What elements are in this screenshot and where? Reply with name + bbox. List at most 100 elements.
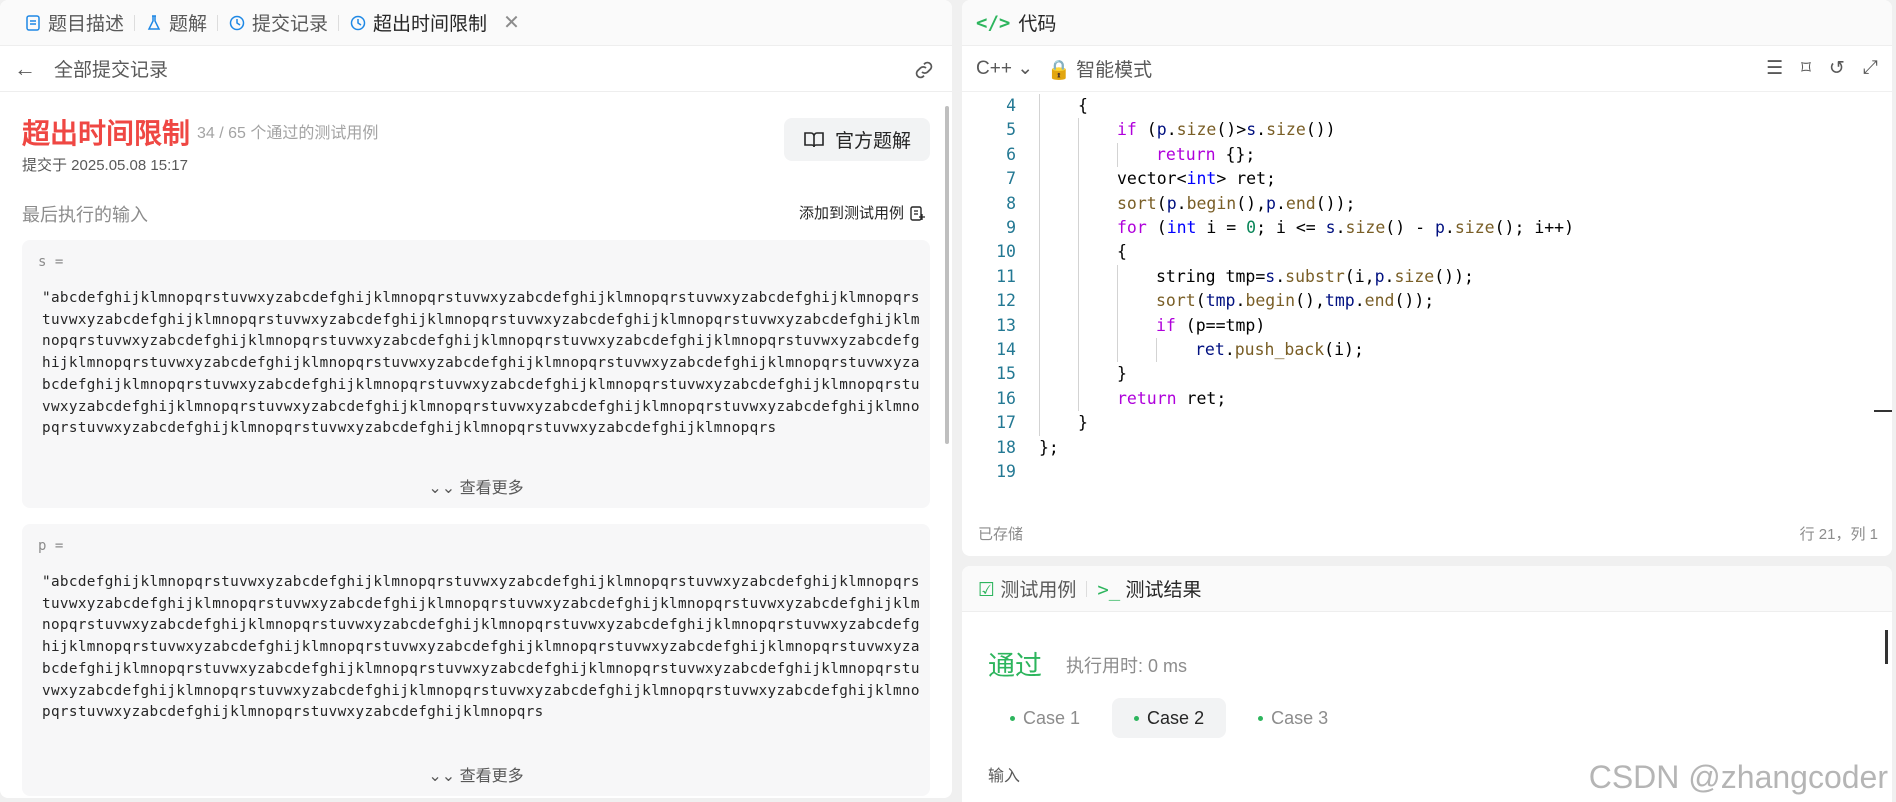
tab-description[interactable]: 题目描述 bbox=[14, 0, 134, 46]
mode-select[interactable]: 🔒 智能模式 bbox=[1047, 55, 1152, 82]
code-line[interactable]: 9 for (int i = 0; i <= s.size() - p.size(… bbox=[962, 216, 1892, 241]
line-number: 19 bbox=[996, 462, 1016, 481]
back-arrow-icon[interactable]: ← bbox=[14, 56, 36, 82]
doc-icon bbox=[26, 14, 40, 31]
link-icon[interactable] bbox=[912, 58, 936, 82]
submission-panel: 题目描述 题解 提交记录 超出时间限制 ✕ ← 全部提交记录 超出时间限制 34… bbox=[0, 0, 952, 798]
code-line[interactable]: 15} bbox=[962, 362, 1892, 387]
terminal-icon: >_ bbox=[1097, 579, 1121, 601]
line-number: 17 bbox=[996, 413, 1016, 433]
tab-tle-result[interactable]: 超出时间限制 ✕ bbox=[339, 0, 530, 46]
indent-guide bbox=[1117, 289, 1118, 314]
chevron-down-icon: ⌄⌄ bbox=[428, 480, 460, 497]
close-icon[interactable]: ✕ bbox=[503, 10, 520, 35]
pass-dot-icon bbox=[1258, 715, 1264, 721]
expand-icon[interactable]: ⤢ bbox=[1863, 57, 1878, 80]
tab-solutions[interactable]: 题解 bbox=[135, 0, 217, 46]
code-line[interactable]: 4{ bbox=[962, 94, 1892, 119]
submission-subheader: ← 全部提交记录 bbox=[0, 46, 952, 92]
tab-label: 提交记录 bbox=[252, 14, 329, 35]
code-line[interactable]: 13 if (p==tmp) bbox=[962, 313, 1892, 338]
official-solution-button[interactable]: 官方题解 bbox=[784, 118, 930, 161]
indent-guide bbox=[1039, 240, 1040, 265]
mode-label: 智能模式 bbox=[1076, 60, 1153, 81]
case-tab[interactable]: Case 1 bbox=[988, 698, 1102, 738]
tab-submissions[interactable]: 提交记录 bbox=[218, 0, 338, 46]
add-to-tests-button[interactable]: 添加到测试用例 bbox=[799, 202, 926, 223]
show-more-button[interactable]: ⌄⌄ 查看更多 bbox=[22, 762, 930, 786]
language-select[interactable]: C++ ⌄ bbox=[976, 57, 1033, 80]
indent-guide bbox=[1117, 142, 1118, 168]
indent-guide bbox=[1039, 264, 1040, 290]
left-scrollbar[interactable] bbox=[945, 106, 949, 444]
history-icon bbox=[350, 15, 366, 30]
chevron-down-icon: ⌄⌄ bbox=[428, 768, 460, 785]
line-code: if (p==tmp) bbox=[1156, 315, 1266, 335]
pass-dot-icon bbox=[1010, 715, 1015, 721]
case-tabs: Case 1 Case 2 Case 3 bbox=[988, 698, 1350, 738]
case-tab[interactable]: Case 2 bbox=[1112, 698, 1227, 738]
all-submissions-link[interactable]: 全部提交记录 bbox=[54, 55, 168, 82]
indent-guide bbox=[1078, 142, 1079, 168]
line-code: return ret; bbox=[1117, 388, 1227, 408]
passed-count: 34 / 65 个通过的测试用例 bbox=[197, 125, 379, 142]
line-code: if (p.size()>s.size()) bbox=[1117, 120, 1336, 140]
code-line[interactable]: 19 bbox=[962, 460, 1892, 484]
code-panel: </> 代码 C++ ⌄ 🔒 智能模式 ☰ ⌑ ↺ ⤢ 4{5 if (p.siz… bbox=[962, 0, 1892, 556]
tab-label: 超出时间限制 bbox=[373, 14, 488, 35]
indent-guide bbox=[1156, 338, 1157, 363]
code-line[interactable]: 16 return ret; bbox=[962, 386, 1892, 412]
indent-guide bbox=[1039, 167, 1040, 192]
code-line[interactable]: 5 if (p.size()>s.size()) bbox=[962, 118, 1892, 143]
code-line[interactable]: 6 return {}; bbox=[962, 142, 1892, 168]
cursor-position: 行 21，列 1 bbox=[1799, 526, 1878, 543]
code-line[interactable]: 7 vector<int> ret; bbox=[962, 167, 1892, 192]
input-var-name: s = bbox=[38, 254, 64, 270]
line-code: ret.push_back(i); bbox=[1195, 340, 1364, 359]
code-line[interactable]: 10 { bbox=[962, 240, 1892, 265]
saved-status: 已存储 bbox=[978, 526, 1024, 543]
indent-guide bbox=[1117, 313, 1118, 338]
status-title: 超出时间限制 bbox=[22, 118, 191, 149]
code-line[interactable]: 8 sort(p.begin(),p.end()); bbox=[962, 191, 1892, 216]
indent-guide bbox=[1039, 191, 1040, 216]
indent-guide bbox=[1078, 338, 1079, 363]
line-number: 16 bbox=[996, 388, 1016, 408]
clipboard-add-icon bbox=[910, 205, 925, 221]
code-line[interactable]: 18}; bbox=[962, 436, 1892, 460]
format-icon[interactable]: ☰ bbox=[1766, 57, 1783, 80]
line-code: }; bbox=[1039, 437, 1059, 457]
result-status: 通过 bbox=[988, 651, 1042, 681]
code-editor[interactable]: 4{5 if (p.size()>s.size()) 6 return {}; 7 vec… bbox=[962, 92, 1892, 492]
test-tabbar: ☑ 测试用例 >_ 测试结果 bbox=[962, 566, 1892, 612]
show-more-button[interactable]: ⌄⌄ 查看更多 bbox=[22, 474, 930, 498]
tab-results[interactable]: >_ 测试结果 bbox=[1097, 575, 1201, 602]
line-code: { bbox=[1078, 96, 1088, 115]
indent-guide bbox=[1039, 338, 1040, 363]
line-number: 14 bbox=[996, 340, 1016, 359]
last-input-label: 最后执行的输入 bbox=[22, 205, 148, 225]
line-number: 8 bbox=[1006, 193, 1016, 213]
code-line[interactable]: 12 sort(tmp.begin(),tmp.end()); bbox=[962, 289, 1892, 314]
line-code: string tmp=s.substr(i,p.size()); bbox=[1156, 266, 1474, 286]
code-line[interactable]: 11 string tmp=s.substr(i,p.size()); bbox=[962, 264, 1892, 290]
indent-guide bbox=[1039, 313, 1040, 338]
code-line[interactable]: 17} bbox=[962, 411, 1892, 436]
line-code: sort(tmp.begin(),tmp.end()); bbox=[1156, 291, 1435, 311]
indent-guide bbox=[1039, 411, 1040, 436]
tab-label: 测试结果 bbox=[1125, 580, 1202, 601]
tab-label: 测试用例 bbox=[1000, 580, 1077, 601]
input-label: 输入 bbox=[988, 768, 1021, 785]
line-code: sort(p.begin(),p.end()); bbox=[1117, 193, 1356, 213]
code-line[interactable]: 14 ret.push_back(i); bbox=[962, 338, 1892, 363]
case-label: Case 1 bbox=[1023, 707, 1081, 728]
pass-dot-icon bbox=[1134, 715, 1140, 721]
bookmark-icon[interactable]: ⌑ bbox=[1801, 57, 1811, 80]
lock-icon: 🔒 bbox=[1047, 60, 1071, 81]
reset-icon[interactable]: ↺ bbox=[1829, 57, 1845, 80]
test-scrollbar[interactable] bbox=[1885, 630, 1888, 664]
case-tab[interactable]: Case 3 bbox=[1236, 698, 1350, 738]
tab-testcases[interactable]: ☑ 测试用例 bbox=[978, 575, 1076, 602]
checkbox-icon: ☑ bbox=[978, 580, 996, 601]
line-number: 9 bbox=[1006, 218, 1016, 237]
